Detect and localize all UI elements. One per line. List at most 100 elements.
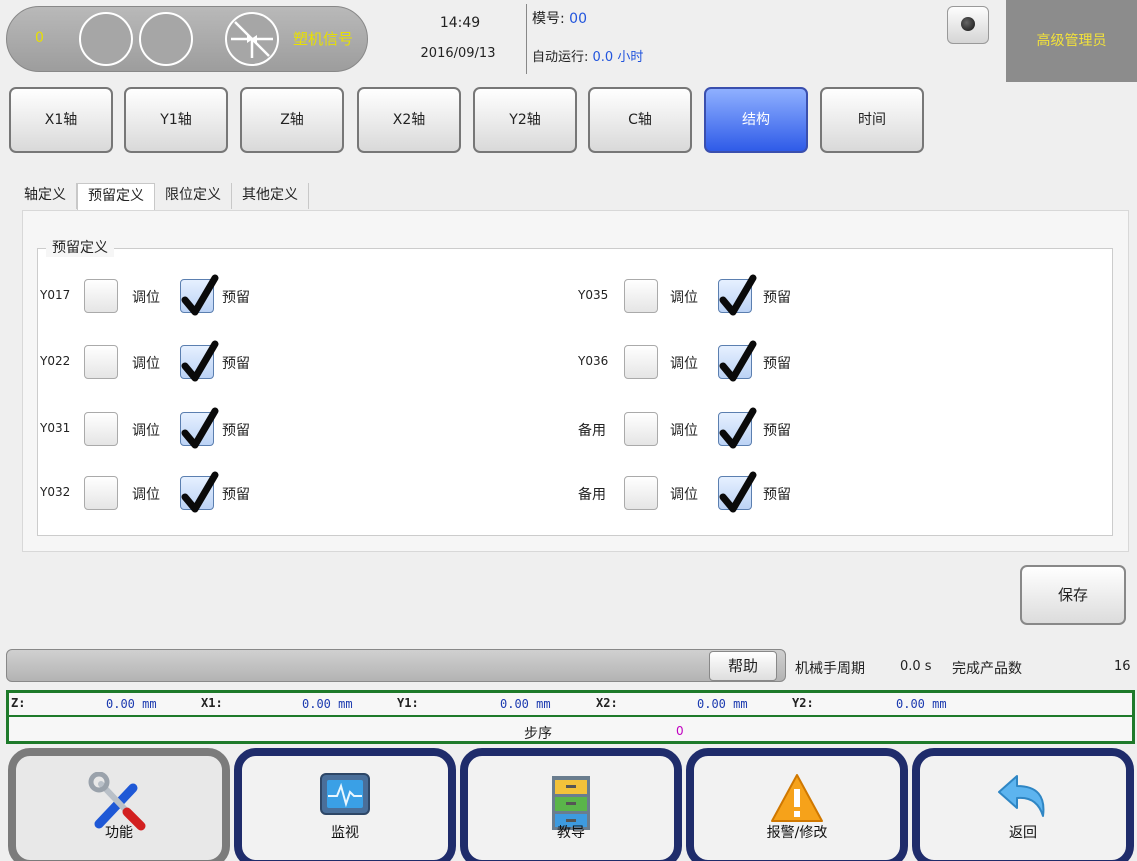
warning-icon: [771, 774, 823, 822]
reserve-label: 预留: [763, 290, 791, 306]
nav-teach-button[interactable]: 教导: [460, 748, 682, 861]
step-value: 0: [676, 724, 684, 738]
reserve-label: 预留: [763, 423, 791, 439]
subtab-other-definition[interactable]: 其他定义: [232, 183, 309, 209]
output-name-label: Y036: [578, 354, 609, 368]
adjust-checkbox[interactable]: [84, 412, 118, 446]
reserve-label: 预留: [222, 356, 250, 372]
adjust-checkbox[interactable]: [624, 345, 658, 379]
nav-function-button[interactable]: 功能: [8, 748, 230, 861]
sub-tab-bar: 轴定义 预留定义 限位定义 其他定义: [14, 183, 309, 210]
tab-structure[interactable]: 结构: [704, 87, 808, 153]
reserve-checkbox[interactable]: [718, 274, 757, 316]
reserve-checkbox[interactable]: [180, 274, 219, 316]
axis-y1-value: 0.00 mm: [500, 697, 551, 711]
signal-label: 塑机信号: [293, 30, 354, 48]
monitor-icon: [320, 773, 370, 815]
adjust-label: 调位: [132, 290, 160, 306]
mold-label: 模号:: [532, 11, 565, 27]
nav-function-label: 功能: [105, 825, 133, 841]
axis-z-value: 0.00 mm: [106, 697, 157, 711]
axis-z-label: Z:: [11, 696, 26, 710]
mold-clamp-icon: [225, 12, 279, 66]
axis-x2-value: 0.00 mm: [697, 697, 748, 711]
adjust-label: 调位: [670, 356, 698, 372]
adjust-checkbox[interactable]: [84, 345, 118, 379]
axis-y2-value: 0.00 mm: [896, 697, 947, 711]
save-button[interactable]: 保存: [1020, 565, 1126, 625]
help-button[interactable]: 帮助: [709, 651, 777, 681]
reserve-checkbox[interactable]: [180, 471, 219, 513]
signal-lamp-1: [79, 12, 133, 66]
tab-y1-axis[interactable]: Y1轴: [124, 87, 228, 153]
nav-alarm-button[interactable]: 报警/修改: [686, 748, 908, 861]
output-name-label: Y022: [40, 354, 71, 368]
axis-y1-label: Y1:: [397, 696, 419, 710]
reserve-checkbox[interactable]: [718, 471, 757, 513]
axis-x1-value: 0.00 mm: [302, 697, 353, 711]
step-label: 步序: [524, 726, 552, 742]
axis-x2-label: X2:: [596, 696, 618, 710]
output-name-label: 备用: [578, 423, 606, 439]
user-level-button[interactable]: 高级管理员: [1006, 0, 1137, 82]
adjust-label: 调位: [670, 487, 698, 503]
reserve-checkbox[interactable]: [718, 407, 757, 449]
nav-return-button[interactable]: 返回: [912, 748, 1134, 861]
nav-monitor-label: 监视: [331, 825, 359, 841]
position-row: [9, 693, 1132, 717]
return-arrow-icon: [998, 775, 1045, 817]
clock-date: 2016/09/13: [420, 46, 496, 61]
cycle-value: 0.0 s: [900, 659, 932, 674]
subtab-reserve-definition[interactable]: 预留定义: [77, 183, 155, 210]
reserve-checkbox[interactable]: [718, 340, 757, 382]
finished-count-value: 16: [1114, 659, 1131, 674]
tab-y2-axis[interactable]: Y2轴: [473, 87, 577, 153]
reserve-label: 预留: [222, 290, 250, 306]
clock-time: 14:49: [439, 15, 481, 31]
output-name-label: Y031: [40, 421, 71, 435]
adjust-checkbox[interactable]: [624, 279, 658, 313]
adjust-label: 调位: [132, 356, 160, 372]
adjust-checkbox[interactable]: [84, 476, 118, 510]
adjust-checkbox[interactable]: [84, 279, 118, 313]
axis-x1-label: X1:: [201, 696, 223, 710]
auto-run-value: 0.0 小时: [592, 50, 644, 65]
nav-teach-label: 教导: [557, 825, 585, 841]
tab-time[interactable]: 时间: [820, 87, 924, 153]
axis-y2-label: Y2:: [792, 696, 814, 710]
reserve-checkbox[interactable]: [180, 340, 219, 382]
auto-run-label: 自动运行:: [532, 50, 589, 65]
signal-indicator-bar: 0 塑机信号: [6, 6, 368, 72]
nav-alarm-label: 报警/修改: [766, 825, 828, 841]
output-name-label: Y017: [40, 288, 71, 302]
camera-icon: [961, 17, 975, 31]
subtab-axis-definition[interactable]: 轴定义: [14, 183, 77, 209]
adjust-checkbox[interactable]: [624, 476, 658, 510]
tab-x2-axis[interactable]: X2轴: [357, 87, 461, 153]
camera-button[interactable]: [947, 6, 989, 44]
signal-lamp-2: [139, 12, 193, 66]
groupbox-title: 预留定义: [46, 237, 114, 257]
mold-number: 模号: 00: [532, 8, 587, 28]
reserve-label: 预留: [763, 356, 791, 372]
adjust-label: 调位: [670, 423, 698, 439]
counter-value: 0: [35, 30, 44, 46]
reserve-checkbox[interactable]: [180, 407, 219, 449]
output-name-label: Y032: [40, 485, 71, 499]
app-window: 0 塑机信号 14:49 2016/09/13 模号: 00 自动运行: 0.0…: [0, 0, 1137, 861]
tab-x1-axis[interactable]: X1轴: [9, 87, 113, 153]
output-name-label: Y035: [578, 288, 609, 302]
divider: [526, 4, 527, 74]
reserve-label: 预留: [763, 487, 791, 503]
subtab-limit-definition[interactable]: 限位定义: [155, 183, 232, 209]
tab-z-axis[interactable]: Z轴: [240, 87, 344, 153]
nav-return-label: 返回: [1009, 825, 1037, 841]
tab-c-axis[interactable]: C轴: [588, 87, 692, 153]
adjust-label: 调位: [132, 487, 160, 503]
auto-run-time: 自动运行: 0.0 小时: [532, 46, 643, 65]
adjust-label: 调位: [132, 423, 160, 439]
reserve-label: 预留: [222, 423, 250, 439]
nav-monitor-button[interactable]: 监视: [234, 748, 456, 861]
reserve-label: 预留: [222, 487, 250, 503]
adjust-checkbox[interactable]: [624, 412, 658, 446]
